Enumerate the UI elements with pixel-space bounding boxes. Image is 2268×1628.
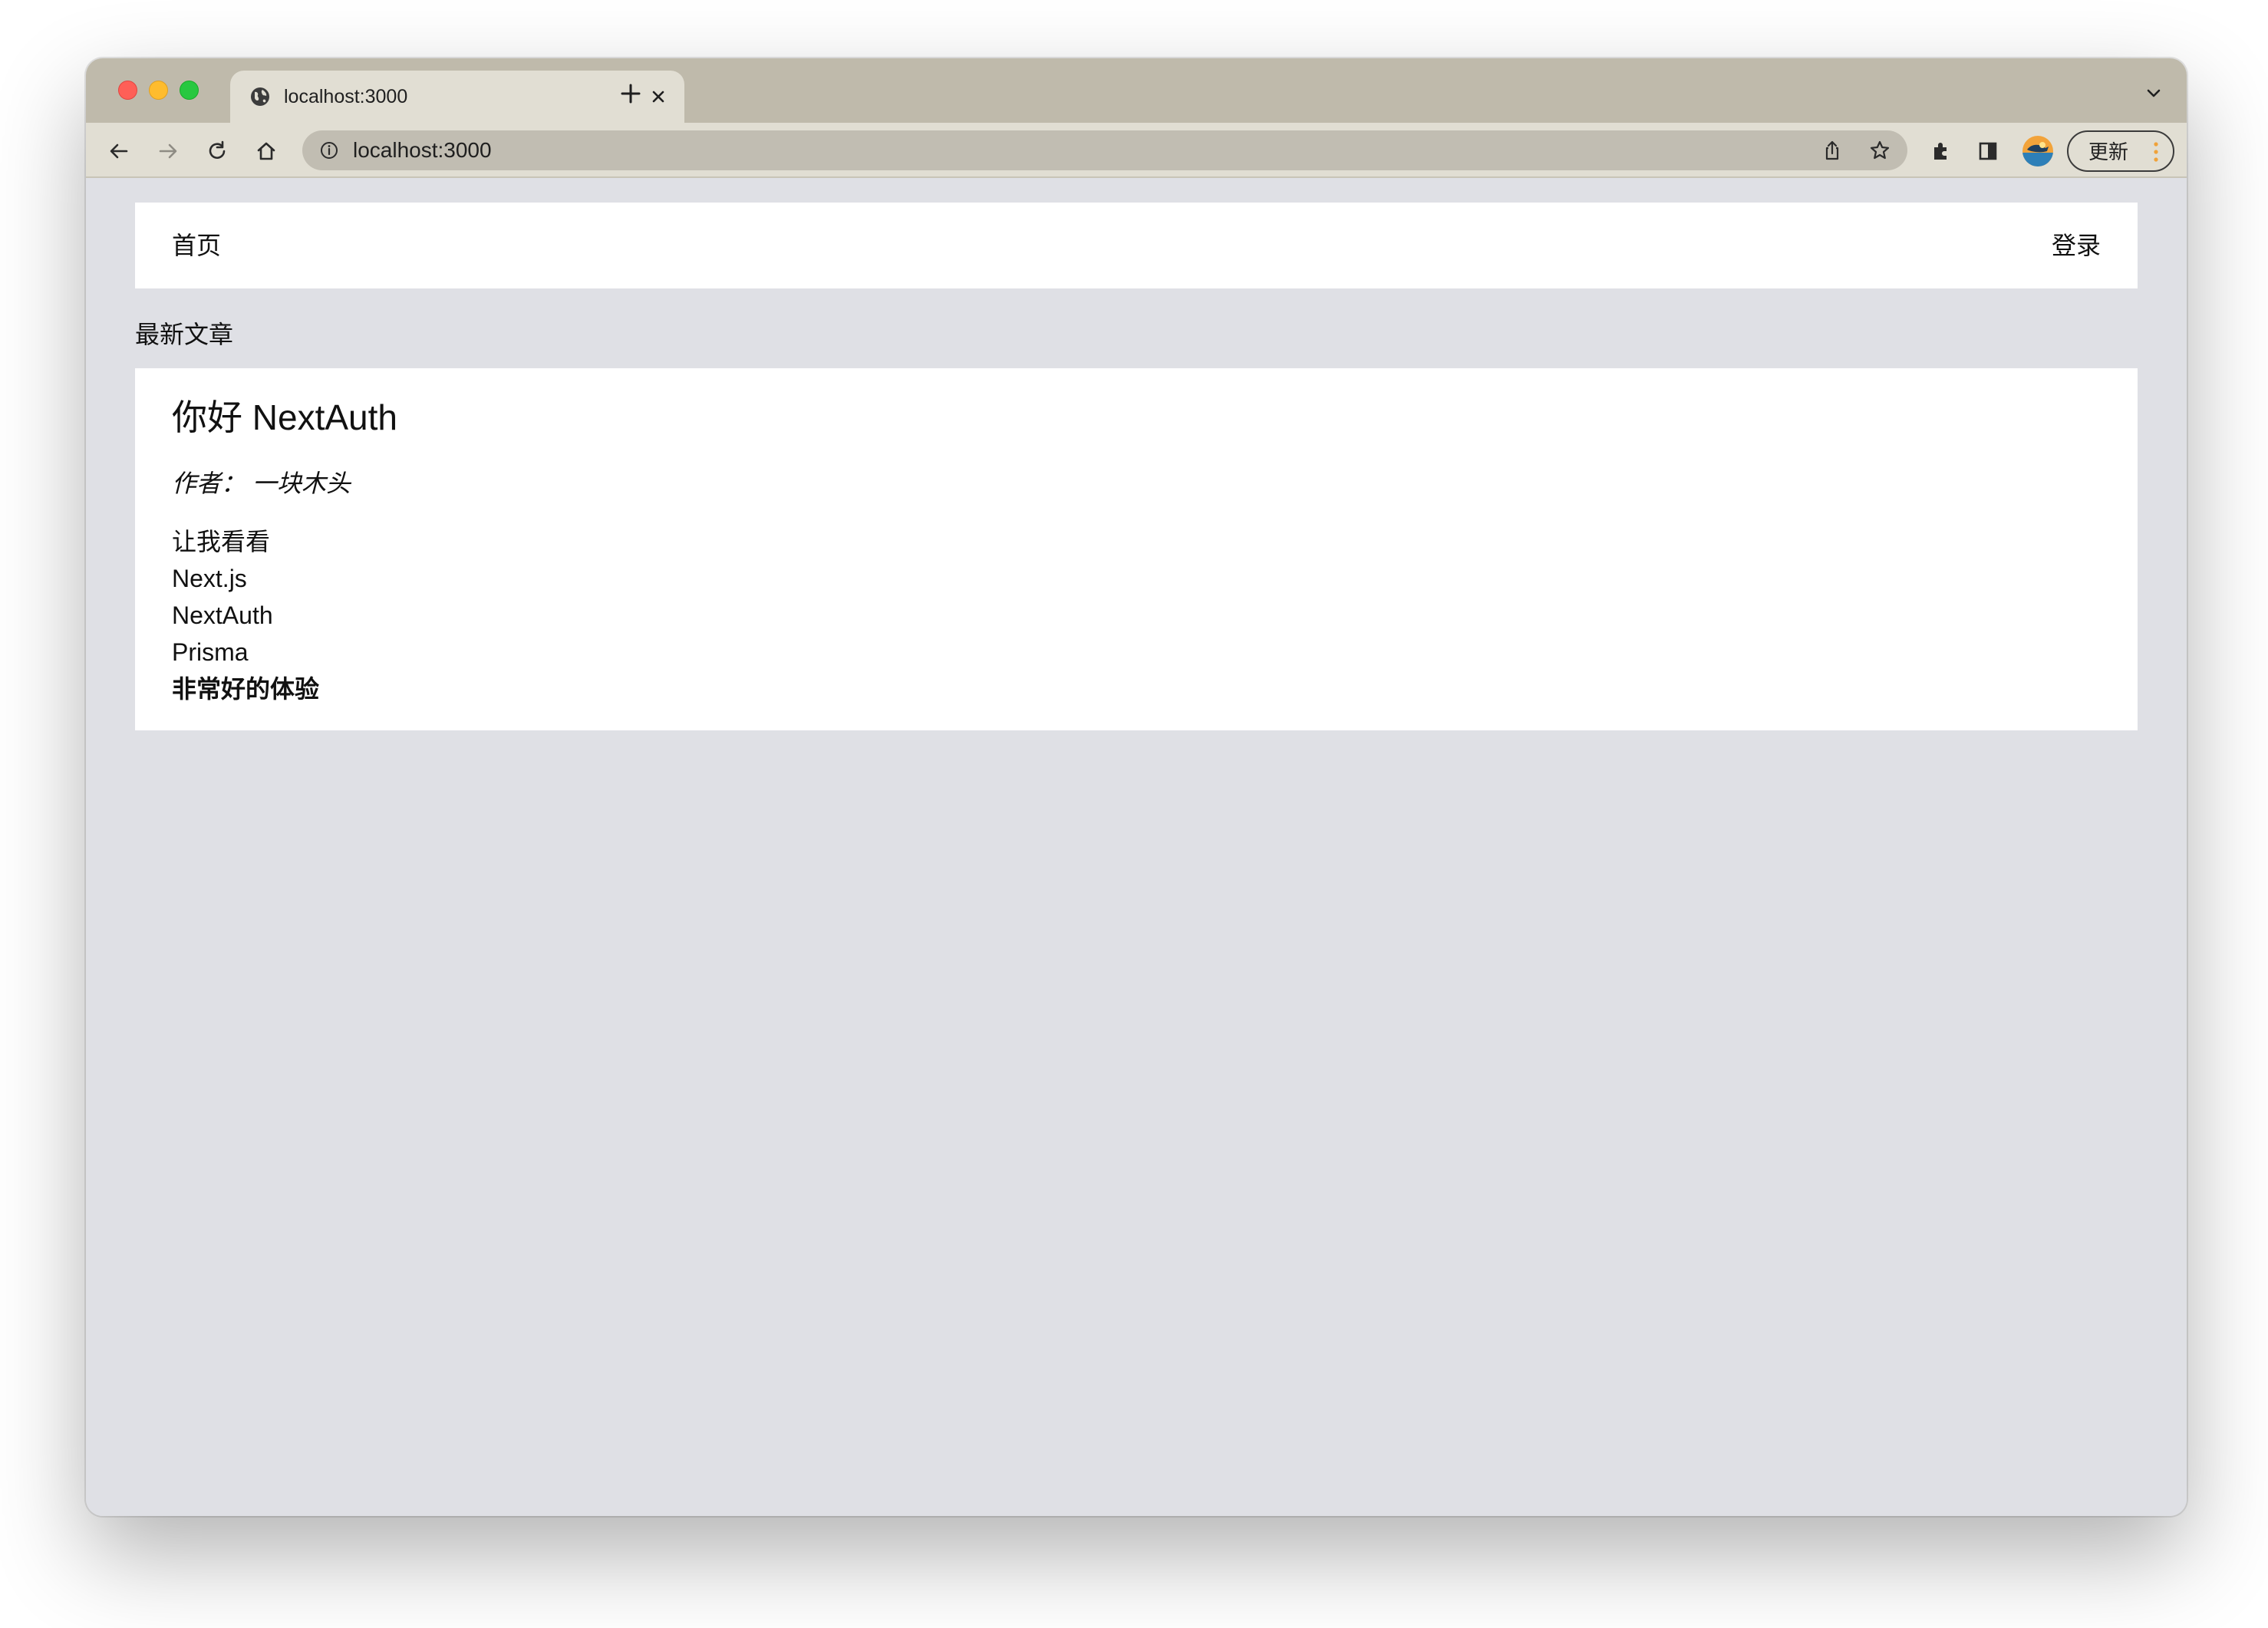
bookmark-star-icon[interactable] xyxy=(1867,138,1892,163)
chevron-down-icon[interactable] xyxy=(2142,81,2165,104)
update-button-label: 更新 xyxy=(2088,140,2129,163)
post-author: 作者： 一块木头 xyxy=(172,470,351,497)
address-bar-url: localhost:3000 xyxy=(353,138,492,162)
post-title[interactable]: 你好 NextAuth xyxy=(172,396,397,439)
browser-toolbar: localhost:3000 更新 xyxy=(86,123,2187,178)
forward-arrow-icon[interactable] xyxy=(155,138,181,164)
back-arrow-icon[interactable] xyxy=(106,138,132,164)
kebab-menu-icon xyxy=(2154,142,2158,162)
zoom-window-button[interactable] xyxy=(180,81,199,100)
post-body-line-bold: 非常好的体验 xyxy=(172,675,320,703)
post-body: 让我看看 Next.js NextAuth Prisma 非常好的体验 xyxy=(172,523,319,707)
site-info-icon[interactable] xyxy=(319,140,339,160)
side-panel-icon[interactable] xyxy=(1975,138,2001,164)
update-button[interactable]: 更新 xyxy=(2067,130,2174,172)
home-icon[interactable] xyxy=(253,138,279,164)
reload-icon[interactable] xyxy=(204,138,230,164)
address-bar[interactable]: localhost:3000 xyxy=(302,130,1907,170)
share-icon[interactable] xyxy=(1820,138,1844,163)
profile-avatar[interactable] xyxy=(2022,136,2053,166)
tab-strip: localhost:3000 xyxy=(86,58,2187,123)
section-heading: 最新文章 xyxy=(135,321,234,348)
page-viewport: 首页 登录 最新文章 你好 NextAuth 作者： 一块木头 让我看看 Nex… xyxy=(86,180,2187,1516)
tab-title: localhost:3000 xyxy=(284,86,408,107)
extensions-puzzle-icon[interactable] xyxy=(1927,138,1953,164)
avatar-image-icon xyxy=(2022,136,2053,166)
nav-login-link[interactable]: 登录 xyxy=(2052,230,2101,261)
nav-home-link[interactable]: 首页 xyxy=(172,230,221,261)
close-tab-icon[interactable] xyxy=(648,86,669,107)
site-navbar: 首页 登录 xyxy=(135,203,2138,288)
post-body-line: Prisma xyxy=(172,638,249,666)
minimize-window-button[interactable] xyxy=(149,81,168,100)
close-window-button[interactable] xyxy=(118,81,137,100)
post-body-line: NextAuth xyxy=(172,601,273,629)
browser-window: localhost:3000 localhost:3000 更新 首页 登录 最… xyxy=(86,58,2187,1516)
post-card: 你好 NextAuth 作者： 一块木头 让我看看 Next.js NextAu… xyxy=(135,368,2138,730)
post-body-line: Next.js xyxy=(172,565,247,592)
globe-icon xyxy=(251,87,269,106)
new-tab-icon[interactable] xyxy=(617,80,644,107)
post-body-line: 让我看看 xyxy=(172,528,271,555)
